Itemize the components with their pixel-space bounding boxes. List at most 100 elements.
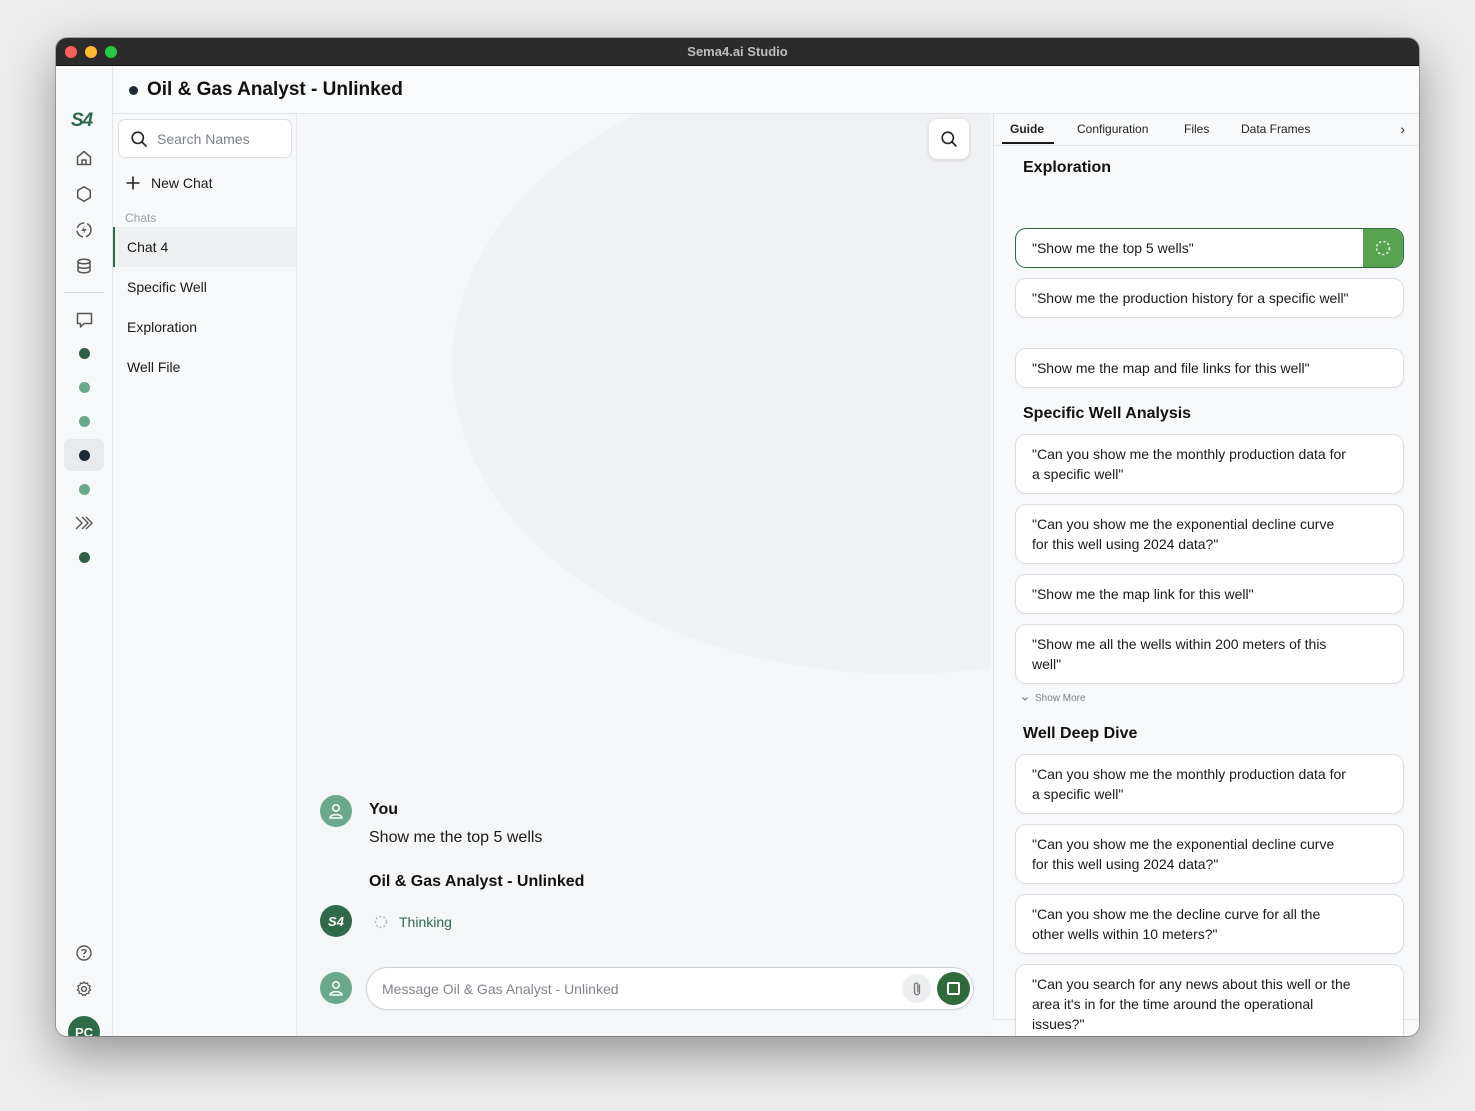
agent-status-dot: [78, 347, 90, 359]
prompt-text: "Can you show me the monthly production …: [1032, 446, 1346, 482]
chat-list-sidebar: New Chat Chats Chat 4 Specific Well Expl…: [113, 114, 348, 1036]
agent-dot-5[interactable]: [64, 473, 104, 505]
chat-item-chat-4[interactable]: Chat 4: [113, 227, 296, 267]
page-title: Oil & Gas Analyst - Unlinked: [147, 79, 403, 100]
agents-button[interactable]: [64, 178, 104, 210]
user-avatar-icon: [320, 795, 352, 827]
tab-files[interactable]: Files: [1184, 122, 1209, 136]
guide-panel: Guide Configuration Files Data Frames › …: [993, 114, 1419, 1036]
chat-button[interactable]: [64, 304, 104, 336]
home-icon: [76, 150, 92, 166]
agent-status-dot: [78, 381, 90, 393]
chat-item-label: Exploration: [127, 319, 198, 335]
message-composer: [366, 967, 974, 1010]
prompt-card[interactable]: "Show me the top 5 wells": [1015, 228, 1404, 268]
section-title-specific-well-analysis: Specific Well Analysis: [1023, 405, 1192, 422]
prompt-text: "Show me the top 5 wells": [1032, 240, 1194, 256]
chevron-right-icon[interactable]: ›: [1400, 121, 1405, 137]
search-conversation-button[interactable]: [929, 119, 969, 159]
new-chat-button[interactable]: New Chat: [125, 172, 212, 194]
search-names-input[interactable]: [157, 128, 287, 150]
new-chat-label: New Chat: [151, 175, 213, 191]
icon-rail: S4 PC: [56, 66, 113, 1036]
chat-item-label: Chat 4: [127, 239, 169, 255]
double-chevron-icon: [75, 516, 93, 530]
agent-header: Oil & Gas Analyst - Unlinked: [113, 66, 1419, 114]
prompt-card[interactable]: "Can you show me the exponential decline…: [1015, 504, 1404, 564]
help-icon: [76, 945, 92, 961]
agent-dot-4-active[interactable]: [64, 439, 104, 471]
hexagon-icon: [76, 186, 92, 202]
prompt-card[interactable]: "Show me the map and file links for this…: [1015, 348, 1404, 388]
prompt-card[interactable]: "Can you show me the decline curve for a…: [1015, 894, 1404, 954]
app-window: Sema4.ai Studio S4 PC Oil & Gas Analyst …: [56, 38, 1419, 1036]
lightning-icon: [76, 222, 92, 238]
prompt-text: "Show me the map link for this well": [1032, 586, 1254, 602]
active-tab-indicator: [1002, 142, 1054, 144]
thinking-indicator: Thinking: [373, 914, 452, 930]
database-icon: [77, 258, 91, 274]
tab-configuration[interactable]: Configuration: [1077, 122, 1148, 136]
workflow-button[interactable]: [64, 507, 104, 539]
settings-button[interactable]: [64, 973, 104, 1005]
app-logo: S4: [71, 110, 93, 131]
agent-status-dot: [129, 86, 138, 95]
actions-button[interactable]: [64, 214, 104, 246]
search-icon: [941, 131, 957, 147]
chat-item-label: Well File: [127, 359, 181, 375]
background-shape: [452, 114, 991, 674]
agent-dot-6[interactable]: [64, 541, 104, 573]
rail-divider: [64, 292, 104, 293]
message-input[interactable]: [382, 978, 882, 1000]
agent-dot-2[interactable]: [64, 371, 104, 403]
agent-avatar: S4: [320, 905, 352, 937]
prompt-text: "Can you show me the exponential decline…: [1032, 516, 1335, 552]
spinner-icon: [374, 915, 388, 929]
prompt-card[interactable]: "Show me the production history for a sp…: [1015, 278, 1404, 318]
data-button[interactable]: [64, 250, 104, 282]
chat-item-specific-well[interactable]: Specific Well: [113, 267, 296, 307]
user-avatar[interactable]: PC: [68, 1016, 100, 1036]
stop-generation-button[interactable]: [937, 972, 970, 1005]
show-more-button[interactable]: Show More: [1021, 693, 1086, 704]
help-button[interactable]: [64, 937, 104, 969]
composer-user-avatar: [320, 972, 352, 1004]
prompt-card[interactable]: "Can you show me the monthly production …: [1015, 434, 1404, 494]
prompt-card[interactable]: "Show me all the wells within 200 meters…: [1015, 624, 1404, 684]
chats-section-label: Chats: [125, 211, 157, 225]
attach-file-button[interactable]: [902, 974, 931, 1003]
search-icon: [131, 131, 147, 147]
agent-status-dot: [78, 551, 90, 563]
prompt-card[interactable]: "Can you show me the exponential decline…: [1015, 824, 1404, 884]
chat-item-label: Specific Well: [127, 279, 207, 295]
user-message-author: You: [369, 801, 399, 818]
prompt-text: "Show me all the wells within 200 meters…: [1032, 636, 1327, 672]
paperclip-icon: [913, 981, 920, 995]
agent-dot-3[interactable]: [64, 405, 104, 437]
prompt-text: "Can you show me the decline curve for a…: [1032, 906, 1321, 942]
agent-status-dot: [78, 415, 90, 427]
chat-item-exploration[interactable]: Exploration: [113, 307, 296, 347]
agent-dot-1[interactable]: [64, 337, 104, 369]
panel-tabs: Guide Configuration Files Data Frames ›: [994, 114, 1419, 146]
prompt-card[interactable]: "Show me the map link for this well": [1015, 574, 1404, 614]
prompt-text: "Can you show me the exponential decline…: [1032, 836, 1335, 872]
prompt-text: "Can you search for any news about this …: [1032, 976, 1351, 1032]
chat-bubble-icon: [76, 312, 92, 328]
tab-guide[interactable]: Guide: [1010, 122, 1044, 136]
tab-data-frames[interactable]: Data Frames: [1241, 122, 1310, 136]
home-button[interactable]: [64, 142, 104, 174]
prompt-text: "Can you show me the monthly production …: [1032, 766, 1346, 802]
chevron-down-icon: [1022, 696, 1028, 701]
prompt-card[interactable]: "Can you show me the monthly production …: [1015, 754, 1404, 814]
window-title: Sema4.ai Studio: [687, 44, 788, 59]
title-bar: Sema4.ai Studio: [56, 38, 1419, 66]
search-box: [118, 119, 292, 158]
prompt-card[interactable]: "Can you search for any news about this …: [1015, 964, 1404, 1036]
chat-item-well-file[interactable]: Well File: [113, 347, 296, 387]
conversation-area: You Show me the top 5 wells S4 Oil & Gas…: [297, 114, 991, 1036]
person-icon: [329, 804, 343, 819]
agent-message-author: Oil & Gas Analyst - Unlinked: [369, 873, 585, 890]
prompt-text: "Show me the production history for a sp…: [1032, 290, 1349, 306]
show-more-label: Show More: [1035, 693, 1086, 704]
